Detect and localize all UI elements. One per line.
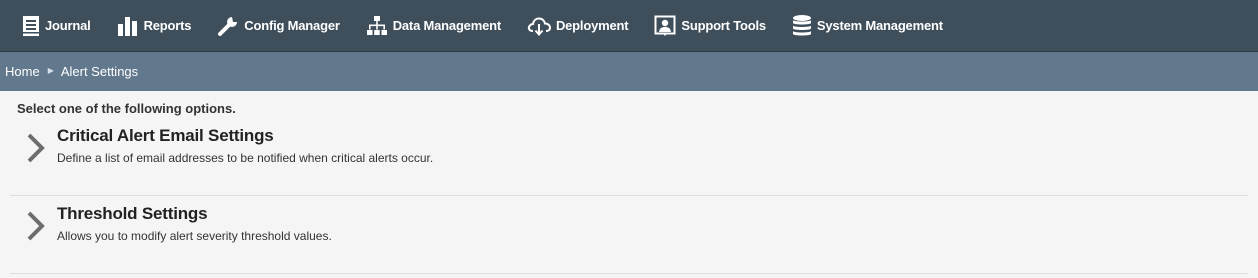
nav-item-data-management[interactable]: Data Management bbox=[366, 0, 501, 52]
journal-icon bbox=[22, 15, 40, 37]
nav-item-journal[interactable]: Journal bbox=[22, 0, 91, 52]
option-title: Critical Alert Email Settings bbox=[57, 126, 274, 145]
nav-item-label: Journal bbox=[45, 18, 91, 33]
option-description: Define a list of email addresses to be n… bbox=[57, 151, 434, 165]
instruction-text: Select one of the following options. bbox=[17, 101, 236, 116]
option-title: Threshold Settings bbox=[57, 204, 208, 223]
nav-item-system-management[interactable]: System Management bbox=[792, 0, 943, 52]
cloud-download-icon bbox=[527, 15, 551, 37]
nav-item-label: Data Management bbox=[392, 18, 501, 33]
nav-item-reports[interactable]: Reports bbox=[117, 0, 192, 52]
chevron-right-icon bbox=[26, 210, 46, 247]
user-portrait-icon bbox=[654, 15, 676, 37]
wrench-icon bbox=[217, 15, 239, 37]
nav-item-label: Deployment bbox=[555, 18, 629, 33]
nav-item-label: Support Tools bbox=[681, 18, 766, 33]
option-description: Allows you to modify alert severity thre… bbox=[57, 229, 332, 243]
database-icon bbox=[792, 14, 812, 38]
nav-item-label: System Management bbox=[816, 18, 943, 33]
breadcrumb-home-link[interactable]: Home bbox=[5, 64, 40, 79]
nav-item-label: Reports bbox=[143, 18, 192, 33]
top-navigation-bar: Journal Reports Config Manager Data Mana… bbox=[0, 0, 1258, 52]
option-threshold-settings[interactable]: Threshold Settings Allows you to modify … bbox=[10, 194, 1248, 274]
chevron-right-icon bbox=[26, 132, 46, 169]
breadcrumb-separator-icon: ▶ bbox=[47, 66, 54, 75]
breadcrumb-current: Alert Settings bbox=[60, 64, 139, 79]
nav-item-deployment[interactable]: Deployment bbox=[527, 0, 629, 52]
main-content: Select one of the following options. Cri… bbox=[0, 91, 1258, 278]
option-critical-alert-email-settings[interactable]: Critical Alert Email Settings Define a l… bbox=[10, 116, 1248, 196]
sitemap-icon bbox=[366, 15, 388, 37]
nav-item-config-manager[interactable]: Config Manager bbox=[217, 0, 340, 52]
nav-item-label: Config Manager bbox=[244, 18, 340, 33]
nav-item-support-tools[interactable]: Support Tools bbox=[654, 0, 766, 52]
breadcrumb: Home ▶ Alert Settings bbox=[0, 52, 1258, 91]
bar-chart-icon bbox=[117, 15, 139, 37]
